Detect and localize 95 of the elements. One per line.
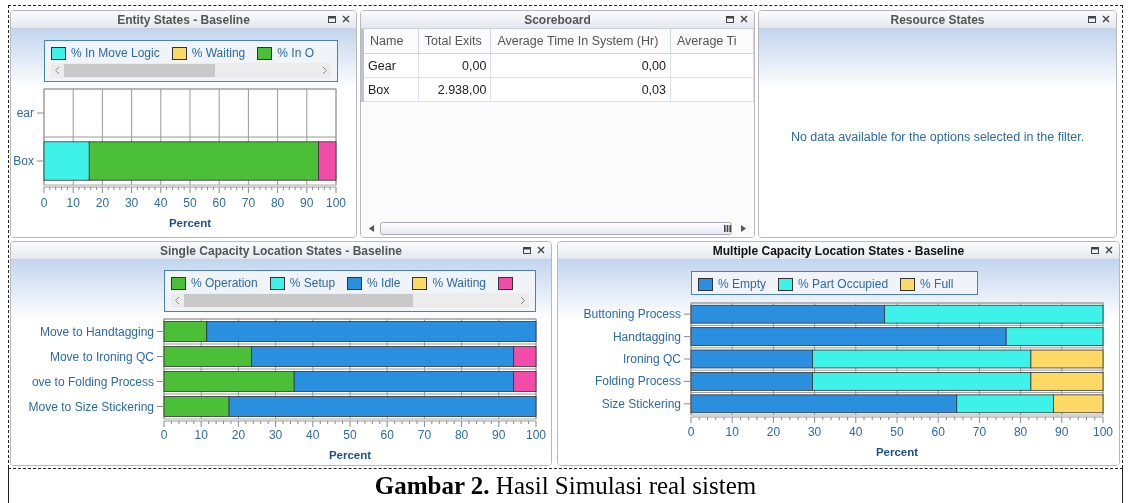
tick-label: 10 [725,425,739,439]
legend-label: % Operation [191,276,258,290]
tick-label: 20 [766,425,781,439]
chevron-right-icon[interactable] [322,66,328,75]
restore-icon[interactable] [1091,247,1099,254]
tick-label: 0 [687,425,695,439]
close-icon[interactable] [1105,246,1113,254]
category-label: ear [16,106,34,120]
axis-title: Percent [875,446,919,458]
close-icon[interactable] [740,15,748,23]
scrollbar-thumb[interactable] [64,64,215,77]
empty-message: No data available for the options selected in the filter. [790,130,1085,144]
horizontal-scrollbar[interactable] [171,293,529,308]
grip-icon [724,224,731,232]
close-icon[interactable] [1102,15,1110,23]
figure-caption: Gambar 2. Hasil Simulasi real sistem [374,472,757,500]
category-label: ove to Folding Process [31,374,154,389]
panel-title: Entity States - Baseline [117,12,250,27]
category-label: Box [13,154,34,168]
legend-label: % Part Occupied [798,277,889,291]
legend-label: % Waiting [191,46,246,60]
tick-label: 100 [1093,425,1113,439]
tick-label: 50 [343,428,357,442]
tick-label: 60 [931,425,945,439]
column-header[interactable]: Average Time In System (Hr) [490,29,671,54]
tick-label: 100 [326,196,346,210]
chevron-right-icon[interactable] [520,296,526,305]
tick-label: 0 [160,428,168,442]
panel-title: Multiple Capacity Location States - Baseline [712,243,965,258]
category-label: Folding Process [594,374,681,389]
tick-label: 10 [66,196,80,210]
panel-title: Single Capacity Location States - Baseline [159,243,403,258]
tick-label: 50 [890,425,904,439]
tick-label: 90 [300,196,314,210]
legend-label: % Setup [289,276,336,290]
legend-label: % Full [920,277,954,291]
table-cell: 0,03 [641,82,666,97]
table-cell: 0,00 [641,58,666,73]
restore-icon[interactable] [523,247,531,254]
left-arrow-icon[interactable] [369,224,374,232]
panel-title: Scoreboard [524,12,591,27]
tick-label: 70 [241,196,256,210]
category-label: Move to Size Stickering [28,399,154,414]
category-label: Ironing QC [622,352,681,366]
horizontal-scrollbar[interactable] [51,63,331,78]
tick-label: 30 [807,425,822,439]
tick-label: 100 [526,428,546,442]
tick-label: 80 [454,428,469,442]
column-header[interactable]: Average Ti [670,29,754,54]
tick-label: 80 [1013,425,1028,439]
tick-label: 20 [231,428,246,442]
column-header[interactable]: Total Exits [418,29,491,54]
right-arrow-icon[interactable] [741,224,746,232]
close-icon[interactable] [537,246,545,254]
scrollbar-thumb[interactable] [184,294,413,307]
table-cell: 0,00 [462,58,487,73]
tick-label: 70 [417,428,432,442]
restore-icon[interactable] [726,16,734,23]
tick-label: 60 [380,428,394,442]
chevron-left-icon[interactable] [174,296,180,305]
axis-title: Percent [168,217,212,229]
legend-label: % In O [277,46,314,60]
category-label: Size Stickering [601,396,681,411]
tick-label: 50 [183,196,197,210]
tick-label: 30 [124,196,139,210]
tick-label: 90 [1055,425,1069,439]
restore-icon[interactable] [1088,16,1096,23]
table-cell: 2.938,00 [437,82,487,97]
column-header[interactable]: Name [362,29,419,54]
tick-label: 80 [270,196,285,210]
tick-label: 40 [849,425,863,439]
category-label: Buttoning Process [583,307,681,322]
tick-label: 40 [154,196,168,210]
table-cell: Gear [368,58,396,73]
category-label: Move to Ironing QC [49,349,154,364]
axis-title: Percent [328,449,372,461]
tick-label: 20 [95,196,110,210]
table-cell: Box [368,82,390,97]
category-label: Handtagging [612,329,681,344]
tick-label: 30 [268,428,283,442]
legend-label: % Empty [718,277,766,291]
tick-label: 90 [492,428,506,442]
chevron-left-icon[interactable] [54,66,60,75]
legend-label: % Idle [367,276,401,290]
legend-label: % In Move Logic [71,46,160,60]
tick-label: 40 [306,428,320,442]
tick-label: 0 [40,196,48,210]
panel-title: Resource States [890,12,985,27]
restore-icon[interactable] [328,16,336,23]
tick-label: 70 [972,425,987,439]
tick-label: 10 [194,428,208,442]
legend-label: % Waiting [432,276,486,290]
category-label: Move to Handtagging [39,324,154,339]
close-icon[interactable] [342,15,350,23]
tick-label: 60 [212,196,226,210]
